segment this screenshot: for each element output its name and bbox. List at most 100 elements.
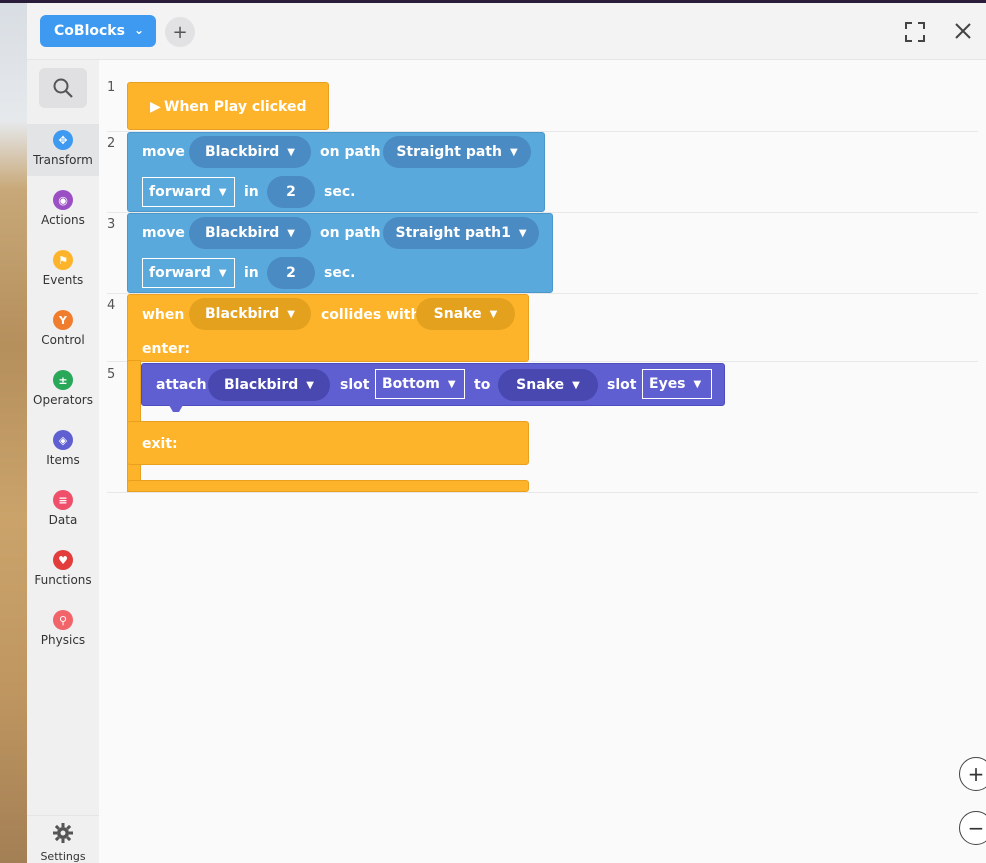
chevron-down-icon: ▼ bbox=[287, 146, 295, 158]
chevron-down-icon: ▼ bbox=[306, 379, 314, 391]
category-label: Items bbox=[46, 453, 80, 467]
when-play-clicked-block[interactable]: ▶ When Play clicked bbox=[127, 82, 329, 130]
search-icon bbox=[53, 78, 73, 98]
category-operators[interactable]: ± Operators bbox=[27, 364, 99, 416]
cube-icon: ◈ bbox=[53, 430, 73, 450]
title-bar: CoBlocks ⌄ + bbox=[27, 3, 986, 60]
chevron-down-icon: ▼ bbox=[489, 308, 498, 320]
duration-input[interactable]: 2 bbox=[267, 176, 315, 208]
chevron-down-icon: ▼ bbox=[447, 378, 456, 390]
object-value: Blackbird bbox=[224, 377, 299, 393]
move-block[interactable]: move Blackbird ▼ on path Straight path ▼ f… bbox=[127, 132, 545, 212]
move-block[interactable]: move Blackbird ▼ on path Straight path1 ▼ … bbox=[127, 213, 553, 293]
coblocks-window: CoBlocks ⌄ + ✥ Transform ◉ Actions ⚑ Eve… bbox=[27, 3, 986, 863]
add-button[interactable]: + bbox=[165, 17, 195, 47]
chevron-down-icon: ▼ bbox=[287, 227, 295, 239]
chevron-down-icon: ▼ bbox=[218, 267, 227, 279]
collides-with-label: collides with bbox=[321, 307, 421, 323]
object-value: Blackbird bbox=[205, 225, 280, 241]
scene-background bbox=[0, 0, 28, 863]
target-dropdown[interactable]: Snake ▼ bbox=[498, 369, 598, 401]
category-functions[interactable]: ♥ Functions bbox=[27, 544, 99, 596]
object-value: Blackbird bbox=[205, 306, 280, 322]
in-label: in bbox=[244, 265, 259, 281]
branch-icon: Y bbox=[53, 310, 73, 330]
category-label: Functions bbox=[34, 573, 92, 587]
close-icon[interactable] bbox=[952, 20, 974, 42]
direction-select[interactable]: forward ▼ bbox=[142, 177, 235, 207]
object-dropdown[interactable]: Blackbird ▼ bbox=[189, 298, 311, 330]
duration-input[interactable]: 2 bbox=[267, 257, 315, 289]
sec-label: sec. bbox=[324, 184, 356, 200]
direction-select[interactable]: forward ▼ bbox=[142, 258, 235, 288]
slot-label: slot bbox=[607, 377, 637, 393]
gear-icon bbox=[53, 823, 73, 843]
heart-icon: ♥ bbox=[53, 550, 73, 570]
event-label: When Play clicked bbox=[164, 99, 307, 115]
category-label: Events bbox=[42, 273, 84, 287]
chevron-down-icon: ▼ bbox=[572, 379, 580, 391]
category-control[interactable]: Y Control bbox=[27, 304, 99, 356]
flag-icon: ⚑ bbox=[53, 250, 73, 270]
zoom-out-button[interactable]: − bbox=[959, 811, 986, 845]
category-actions[interactable]: ◉ Actions bbox=[27, 184, 99, 236]
category-label: Data bbox=[48, 513, 78, 527]
settings-label: Settings bbox=[40, 850, 86, 863]
on-path-label: on path bbox=[320, 144, 381, 160]
minus-icon: − bbox=[967, 816, 985, 840]
expand-icon[interactable] bbox=[904, 21, 926, 43]
duration-value: 2 bbox=[286, 184, 296, 200]
category-items[interactable]: ◈ Items bbox=[27, 424, 99, 476]
chevron-down-icon: ▼ bbox=[509, 146, 518, 158]
eye-icon: ◉ bbox=[53, 190, 73, 210]
slot-select[interactable]: Bottom ▼ bbox=[375, 369, 465, 399]
category-physics[interactable]: ⚲ Physics bbox=[27, 604, 99, 656]
exit-label: exit: bbox=[142, 436, 178, 452]
path-value: Straight path bbox=[396, 144, 502, 160]
category-transform[interactable]: ✥ Transform bbox=[27, 124, 99, 176]
move-icon: ✥ bbox=[53, 130, 73, 150]
on-path-label: on path bbox=[320, 225, 381, 241]
object-dropdown[interactable]: Blackbird ▼ bbox=[189, 136, 311, 168]
zoom-in-button[interactable]: + bbox=[959, 757, 986, 791]
attach-block[interactable]: attach Blackbird ▼ slot Bottom ▼ to Snake ▼… bbox=[141, 363, 725, 406]
exit-section: exit: bbox=[127, 421, 529, 465]
app-selector[interactable]: CoBlocks ⌄ bbox=[40, 15, 156, 47]
code-canvas[interactable]: 1 2 3 4 5 ▶ When Play clicked move Black… bbox=[99, 60, 986, 863]
duration-value: 2 bbox=[286, 265, 296, 281]
object-value: Blackbird bbox=[205, 144, 280, 160]
slot-select[interactable]: Eyes ▼ bbox=[642, 369, 712, 399]
collision-block-foot bbox=[127, 480, 529, 492]
play-icon: ▶ bbox=[150, 99, 161, 115]
move-label: move bbox=[142, 144, 185, 160]
chevron-down-icon: ▼ bbox=[218, 186, 227, 198]
chevron-down-icon: ▼ bbox=[693, 378, 702, 390]
settings-button[interactable]: Settings bbox=[27, 815, 99, 863]
path-dropdown[interactable]: Straight path ▼ bbox=[383, 136, 531, 168]
attach-label: attach bbox=[156, 377, 207, 393]
when-label: when bbox=[142, 307, 185, 323]
category-data[interactable]: ≡ Data bbox=[27, 484, 99, 536]
target-value: Snake bbox=[433, 306, 482, 322]
category-events[interactable]: ⚑ Events bbox=[27, 244, 99, 296]
sec-label: sec. bbox=[324, 265, 356, 281]
plus-icon: + bbox=[172, 21, 188, 43]
path-dropdown[interactable]: Straight path1 ▼ bbox=[383, 217, 539, 249]
list-icon: ≡ bbox=[53, 490, 73, 510]
enter-label: enter: bbox=[142, 341, 191, 357]
line-divider bbox=[107, 492, 978, 493]
plus-minus-icon: ± bbox=[53, 370, 73, 390]
collision-block[interactable]: when Blackbird ▼ collides with Snake ▼ ent… bbox=[127, 294, 529, 362]
slot-value: Eyes bbox=[649, 376, 686, 392]
target-dropdown[interactable]: Snake ▼ bbox=[416, 298, 515, 330]
line-number: 4 bbox=[107, 298, 116, 313]
object-dropdown[interactable]: Blackbird ▼ bbox=[189, 217, 311, 249]
line-number: 2 bbox=[107, 136, 116, 151]
plus-icon: + bbox=[967, 762, 985, 786]
physics-icon: ⚲ bbox=[53, 610, 73, 630]
search-button[interactable] bbox=[39, 68, 87, 108]
chevron-down-icon: ▼ bbox=[287, 308, 295, 320]
category-label: Physics bbox=[40, 633, 86, 647]
object-dropdown[interactable]: Blackbird ▼ bbox=[208, 369, 330, 401]
slot-label: slot bbox=[340, 377, 370, 393]
